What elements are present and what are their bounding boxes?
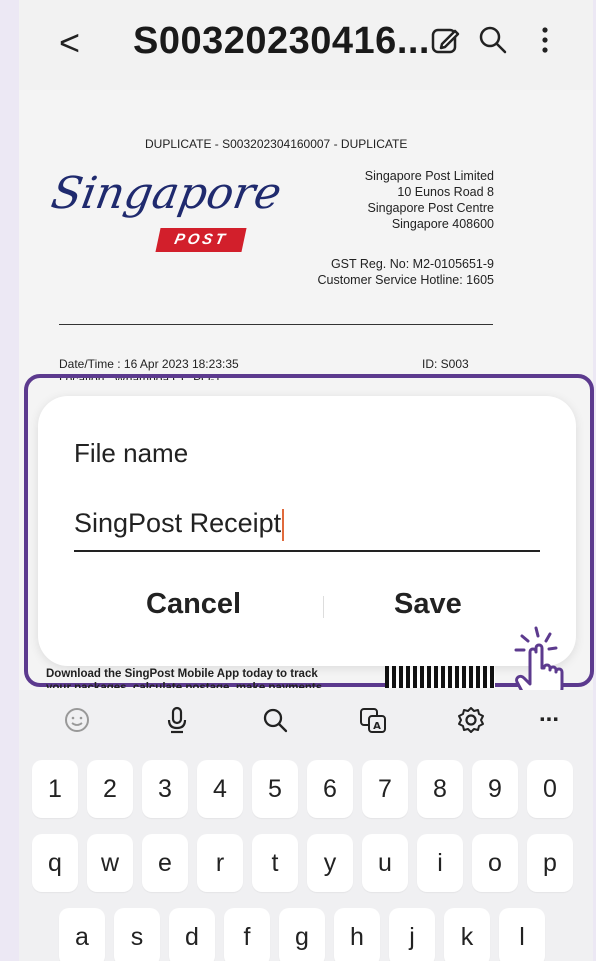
address-line: Singapore Post Limited	[364, 169, 494, 183]
mic-icon[interactable]	[159, 702, 195, 738]
text-caret	[282, 508, 285, 541]
settings-icon[interactable]	[453, 702, 489, 738]
address-block: Singapore Post Limited 10 Eunos Road 8 S…	[300, 168, 494, 232]
key[interactable]: 4	[197, 760, 243, 818]
key[interactable]: 0	[527, 760, 573, 818]
key[interactable]: j	[389, 908, 435, 961]
key[interactable]: 5	[252, 760, 298, 818]
key[interactable]: 7	[362, 760, 408, 818]
promo-text: Download the SingPost Mobile App today t…	[46, 668, 318, 680]
key[interactable]: l	[499, 908, 545, 961]
edit-icon[interactable]	[427, 22, 463, 58]
key[interactable]: o	[472, 834, 518, 892]
cancel-button[interactable]: Cancel	[146, 588, 241, 621]
key[interactable]: 2	[87, 760, 133, 818]
svg-text:A: A	[373, 721, 381, 732]
duplicate-line: DUPLICATE - S003202304160007 - DUPLICATE	[145, 137, 408, 151]
key[interactable]: f	[224, 908, 270, 961]
key[interactable]: q	[32, 834, 78, 892]
translate-icon[interactable]: A	[355, 702, 391, 738]
document-title: S00320230416...	[133, 20, 430, 62]
keyboard: A ... 1 2 3 4 5 6 7 8 9 0 q w e r t y u …	[19, 690, 593, 961]
key[interactable]: 3	[142, 760, 188, 818]
address-line: 10 Eunos Road 8	[397, 185, 494, 199]
more-vert-icon[interactable]	[527, 22, 563, 58]
dialog-title: File name	[74, 438, 189, 468]
promo-text-2: your packages, calculate postage, make p…	[46, 682, 323, 688]
key[interactable]: g	[279, 908, 325, 961]
button-divider	[323, 596, 324, 618]
key[interactable]: d	[169, 908, 215, 961]
back-button[interactable]: <	[59, 22, 80, 64]
address-line: Singapore 408600	[391, 217, 494, 231]
key[interactable]: 6	[307, 760, 353, 818]
key[interactable]: 9	[472, 760, 518, 818]
singpost-logo: Singapore	[47, 168, 286, 219]
key[interactable]: 8	[417, 760, 463, 818]
key[interactable]: w	[87, 834, 133, 892]
qr-code	[385, 666, 495, 688]
file-name-value: SingPost Receipt	[74, 508, 282, 538]
key[interactable]: e	[142, 834, 188, 892]
divider	[59, 324, 493, 325]
save-button[interactable]: Save	[394, 588, 462, 621]
app-bar: < S00320230416...	[19, 0, 593, 90]
key[interactable]: a	[59, 908, 105, 961]
more-icon[interactable]: ...	[539, 700, 559, 728]
key[interactable]: p	[527, 834, 573, 892]
address-line: Singapore Post Centre	[367, 201, 494, 215]
hotline: Customer Service Hotline: 1605	[317, 273, 494, 287]
gst-number: GST Reg. No: M2-0105651-9	[330, 257, 494, 271]
search-icon[interactable]	[475, 22, 511, 58]
key[interactable]: r	[197, 834, 243, 892]
file-name-dialog: File name SingPost Receipt Cancel Save	[38, 396, 576, 666]
key[interactable]: s	[114, 908, 160, 961]
key[interactable]: t	[252, 834, 298, 892]
receipt-id: ID: S003	[422, 357, 469, 371]
key[interactable]: u	[362, 834, 408, 892]
key[interactable]: i	[417, 834, 463, 892]
search-icon[interactable]	[257, 702, 293, 738]
datetime: Date/Time : 16 Apr 2023 18:23:35	[59, 357, 239, 371]
gst-block: GST Reg. No: M2-0105651-9 Customer Servi…	[270, 256, 494, 288]
key[interactable]: 1	[32, 760, 78, 818]
key[interactable]: k	[444, 908, 490, 961]
key[interactable]: y	[307, 834, 353, 892]
file-name-input[interactable]: SingPost Receipt	[74, 504, 540, 552]
emoji-icon[interactable]	[59, 702, 95, 738]
key[interactable]: h	[334, 908, 380, 961]
singpost-logo-post: POST	[155, 228, 247, 252]
